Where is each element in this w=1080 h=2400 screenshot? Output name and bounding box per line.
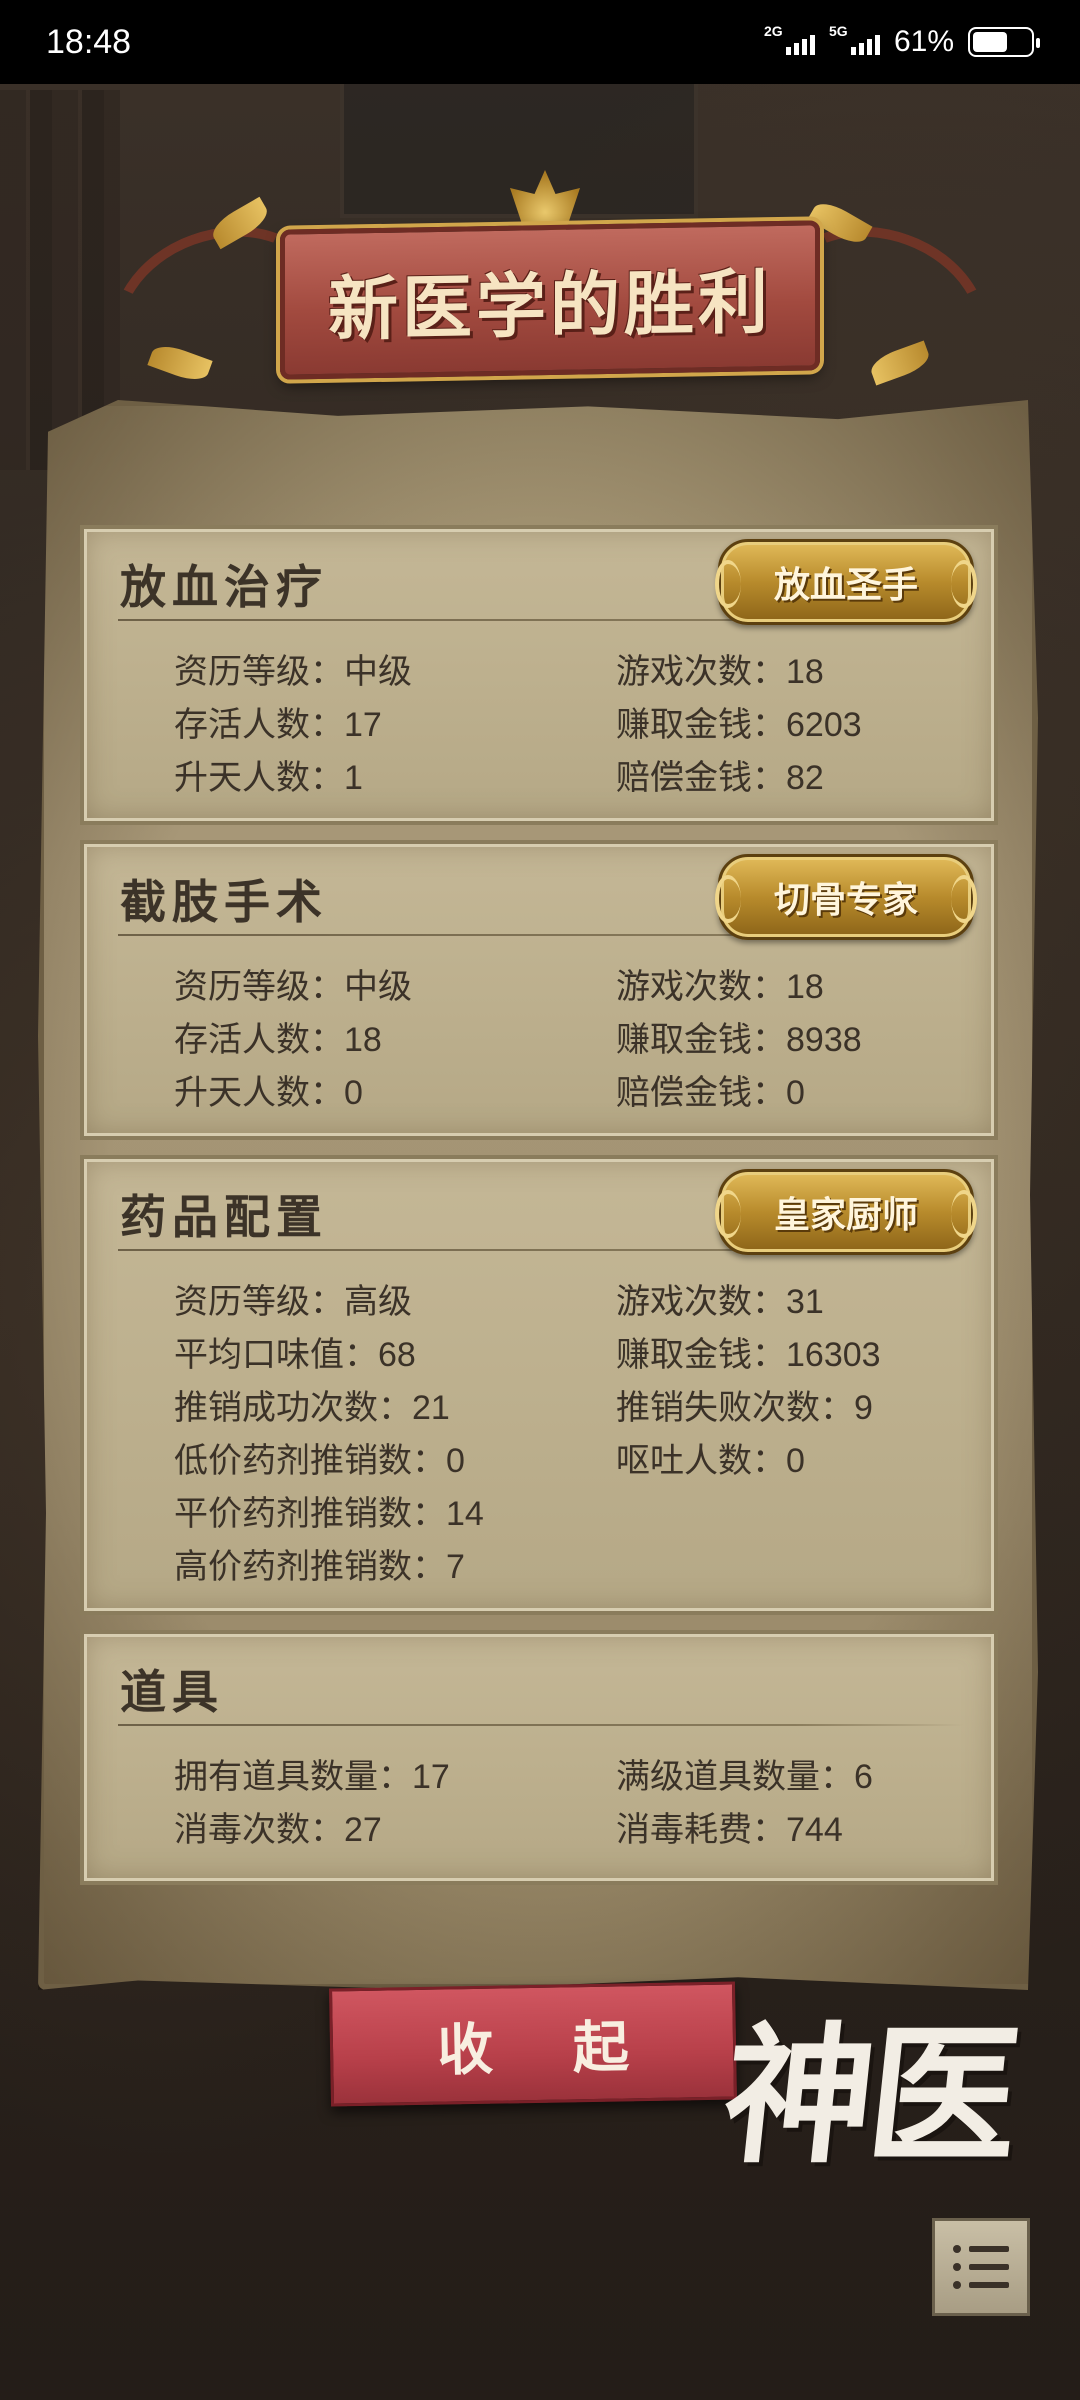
collapse-button[interactable]: 收 起	[329, 1981, 737, 2107]
stat-money-earned: 赚取金钱：6203	[616, 706, 862, 744]
signal-2g-icon: 2G	[764, 23, 815, 55]
stat-sales-success: 推销成功次数：21	[174, 1389, 450, 1427]
achievement-badge[interactable]: 皇家厨师	[715, 1169, 977, 1255]
stat-compensation: 赔偿金钱：82	[616, 759, 824, 797]
section-items: 道具 拥有道具数量：17 消毒次数：27 满级道具数量：6 消毒耗费：744	[80, 1630, 998, 1885]
collapse-button-label: 收 起	[436, 2013, 660, 2084]
stat-survivors: 存活人数：17	[174, 706, 382, 744]
section-title: 放血治疗	[120, 560, 328, 614]
stat-vomit-count: 呕吐人数：0	[616, 1442, 805, 1480]
stat-rank: 资历等级：中级	[174, 968, 412, 1006]
stat-rank: 资历等级：高级	[174, 1283, 412, 1321]
status-bar: 18:48 2G 5G 61%	[0, 0, 1080, 84]
section-title: 道具	[120, 1665, 224, 1719]
stat-disinfect-count: 消毒次数：27	[174, 1811, 382, 1849]
crown-ornament-icon	[510, 170, 580, 230]
stat-rank: 资历等级：中级	[174, 653, 412, 691]
section-amputation: 截肢手术 切骨专家 资历等级：中级 存活人数：18 升天人数：0 游戏次数：18…	[80, 840, 998, 1140]
page-title: 新医学的胜利	[328, 259, 772, 351]
section-medicine: 药品配置 皇家厨师 资历等级：高级 平均口味值：68 推销成功次数：21 低价药…	[80, 1155, 998, 1615]
stat-compensation: 赔偿金钱：0	[616, 1074, 805, 1112]
game-logo: 神医	[715, 2008, 1022, 2184]
stat-survivors: 存活人数：18	[174, 1021, 382, 1059]
signal-5g-icon: 5G	[829, 23, 880, 55]
badge-label: 皇家厨师	[773, 1194, 918, 1236]
stat-deaths: 升天人数：1	[174, 759, 363, 797]
status-icons: 2G 5G 61%	[764, 23, 1040, 59]
banner-ribbon: 新医学的胜利	[280, 220, 820, 380]
section-title: 药品配置	[120, 1190, 328, 1244]
battery-icon	[968, 27, 1040, 57]
status-time: 18:48	[46, 22, 132, 61]
title-banner: 新医学的胜利	[87, 170, 1013, 433]
stat-games: 游戏次数：18	[616, 653, 824, 691]
stat-games: 游戏次数：31	[616, 1283, 824, 1321]
achievement-badge[interactable]: 切骨专家	[715, 854, 977, 940]
achievement-badge[interactable]: 放血圣手	[715, 539, 977, 625]
stat-low-price-sales: 低价药剂推销数：0	[174, 1442, 465, 1480]
stat-money-earned: 赚取金钱：16303	[616, 1336, 881, 1374]
stat-items-owned: 拥有道具数量：17	[174, 1758, 450, 1796]
section-bloodletting: 放血治疗 放血圣手 资历等级：中级 存活人数：17 升天人数：1 游戏次数：18…	[80, 525, 998, 825]
battery-fill	[973, 32, 1008, 52]
badge-label: 放血圣手	[773, 564, 918, 606]
section-divider	[118, 1724, 964, 1726]
list-menu-icon[interactable]	[932, 2218, 1030, 2316]
network-label-5g: 5G	[828, 23, 848, 39]
stat-disinfect-cost: 消毒耗费：744	[616, 1811, 843, 1849]
stat-deaths: 升天人数：0	[174, 1074, 363, 1112]
stat-games: 游戏次数：18	[616, 968, 824, 1006]
battery-percent: 61%	[893, 25, 954, 58]
stat-avg-taste: 平均口味值：68	[174, 1336, 416, 1374]
stat-high-price-sales: 高价药剂推销数：7	[174, 1548, 465, 1586]
network-label-2g: 2G	[763, 23, 783, 39]
stat-money-earned: 赚取金钱：8938	[616, 1021, 862, 1059]
badge-label: 切骨专家	[773, 879, 918, 921]
stat-sales-failed: 推销失败次数：9	[616, 1389, 873, 1427]
section-title: 截肢手术	[120, 875, 328, 929]
stat-max-level-items: 满级道具数量：6	[616, 1758, 873, 1796]
stat-mid-price-sales: 平价药剂推销数：14	[174, 1495, 484, 1533]
